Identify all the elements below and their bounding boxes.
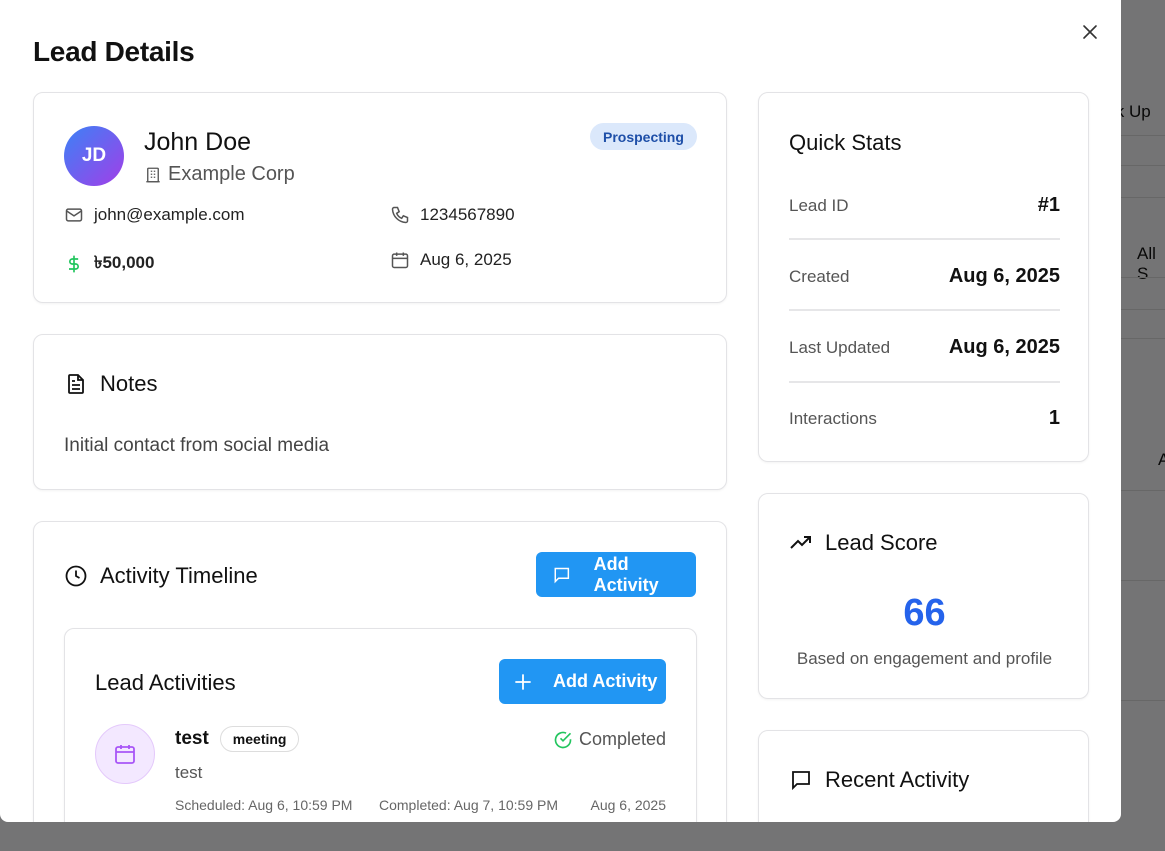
- lead-activities-add-button[interactable]: Add Activity: [499, 659, 666, 704]
- activity-icon-circle: [95, 724, 155, 784]
- close-icon: [1083, 25, 1097, 39]
- stat-value: 1: [1048, 407, 1060, 429]
- mail-icon: [65, 208, 83, 222]
- document-icon: [68, 374, 84, 394]
- clock-icon: [65, 565, 87, 587]
- phone-text: 1234567890: [420, 205, 515, 224]
- date-info: Aug 6, 2025: [390, 250, 512, 270]
- lead-details-modal: Lead Details JD John Doe Example Corp Pr…: [0, 0, 1121, 822]
- lead-company: Example Corp: [144, 163, 295, 186]
- lead-score-header: Lead Score: [789, 530, 938, 556]
- lead-activities-add-label: Add Activity: [553, 671, 658, 691]
- activity-status-text: Completed: [578, 729, 666, 749]
- building-icon: [146, 167, 160, 182]
- stat-label: Created: [789, 266, 850, 286]
- notes-header: Notes: [64, 371, 157, 397]
- message-icon: [792, 771, 810, 791]
- recent-activity-header: Recent Activity: [789, 767, 969, 793]
- stat-row-lead-id: Lead ID #1: [789, 170, 1060, 241]
- activity-header: test meeting: [175, 726, 300, 752]
- stat-label: Lead ID: [789, 195, 849, 215]
- email-info: john@example.com: [64, 205, 245, 225]
- close-button[interactable]: [1080, 22, 1100, 42]
- dollar-icon: [69, 255, 79, 273]
- calendar-icon: [391, 252, 409, 269]
- timeline-title: Activity Timeline: [100, 563, 258, 588]
- status-badge: Prospecting: [590, 123, 697, 150]
- timeline-header: Activity Timeline: [64, 563, 258, 589]
- activity-title: test: [175, 728, 209, 749]
- stat-label: Interactions: [789, 408, 877, 428]
- notes-body: Initial contact from social media: [64, 435, 330, 456]
- stat-label: Last Updated: [789, 337, 891, 357]
- lead-activities-title: Lead Activities: [95, 670, 236, 695]
- company-name: Example Corp: [168, 163, 295, 185]
- lead-profile-card: JD John Doe Example Corp Prospecting joh…: [33, 92, 727, 303]
- phone-info: 1234567890: [390, 205, 515, 225]
- activity-scheduled: Scheduled: Aug 6, 10:59 PM: [175, 797, 353, 813]
- email-text: john@example.com: [94, 205, 245, 224]
- notes-title: Notes: [100, 371, 158, 396]
- lead-name: John Doe: [144, 128, 252, 156]
- value-info: ৳50,000: [64, 250, 154, 278]
- activity-date: Aug 6, 2025: [590, 797, 666, 813]
- stat-value: #1: [1037, 194, 1060, 216]
- recent-activity-card: Recent Activity meeting: [758, 730, 1089, 822]
- stat-value: Aug 6, 2025: [948, 265, 1060, 287]
- activity-completed: Completed: Aug 7, 10:59 PM: [379, 797, 558, 813]
- stat-row-created: Created Aug 6, 2025: [789, 241, 1060, 312]
- lead-score-title: Lead Score: [825, 530, 938, 555]
- lead-score-caption: Based on engagement and profile: [796, 649, 1053, 668]
- lead-activities-card: Lead Activities Add Activity test meetin…: [64, 628, 697, 822]
- lead-score-value: 66: [903, 592, 946, 634]
- stat-row-last-updated: Last Updated Aug 6, 2025: [789, 312, 1060, 383]
- add-activity-label: Add Activity: [593, 553, 659, 595]
- value-text: ৳50,000: [94, 253, 155, 272]
- modal-title: Lead Details: [33, 36, 195, 67]
- quick-stats-title: Quick Stats: [789, 130, 902, 155]
- activity-type-badge: meeting: [219, 726, 300, 752]
- trending-up-icon: [790, 536, 811, 549]
- activity-description: test: [175, 763, 203, 782]
- stat-divider: [789, 309, 1060, 311]
- plus-icon: [515, 673, 531, 690]
- avatar: JD: [64, 126, 124, 186]
- message-icon: [554, 567, 570, 583]
- activity-status: Completed: [553, 729, 666, 750]
- calendar-icon: [115, 745, 135, 764]
- notes-card: Notes Initial contact from social media: [33, 334, 727, 490]
- add-activity-button[interactable]: Add Activity: [536, 552, 696, 597]
- check-circle-icon: [554, 731, 572, 748]
- stat-row-interactions: Interactions 1: [789, 383, 1060, 454]
- phone-icon: [391, 206, 409, 224]
- stat-value: Aug 6, 2025: [948, 336, 1060, 358]
- lead-score-card: Lead Score 66 Based on engagement and pr…: [758, 493, 1089, 699]
- date-text: Aug 6, 2025: [420, 250, 512, 269]
- quick-stats-card: Quick Stats Lead ID #1 Created Aug 6, 20…: [758, 92, 1089, 462]
- activity-timeline-card: Activity Timeline Add Activity Lead Acti…: [33, 521, 727, 822]
- stat-divider: [789, 238, 1060, 240]
- recent-activity-title: Recent Activity: [825, 767, 970, 792]
